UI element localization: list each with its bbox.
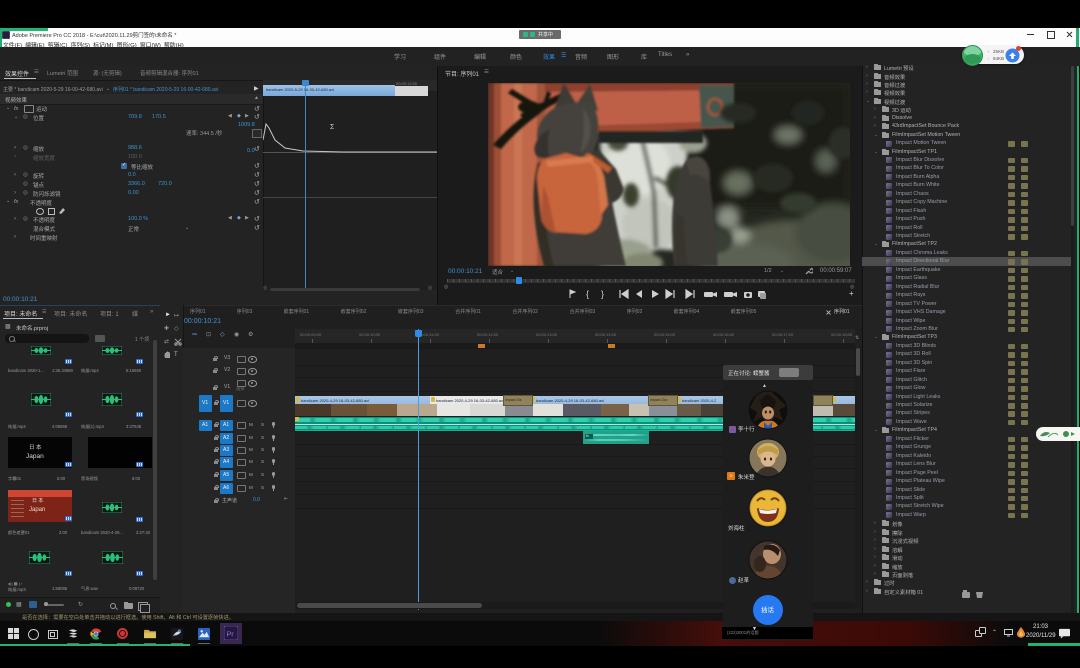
- svg-text:}: }: [601, 289, 604, 299]
- svg-text:Pr: Pr: [226, 629, 234, 638]
- svg-text:{: {: [586, 289, 589, 299]
